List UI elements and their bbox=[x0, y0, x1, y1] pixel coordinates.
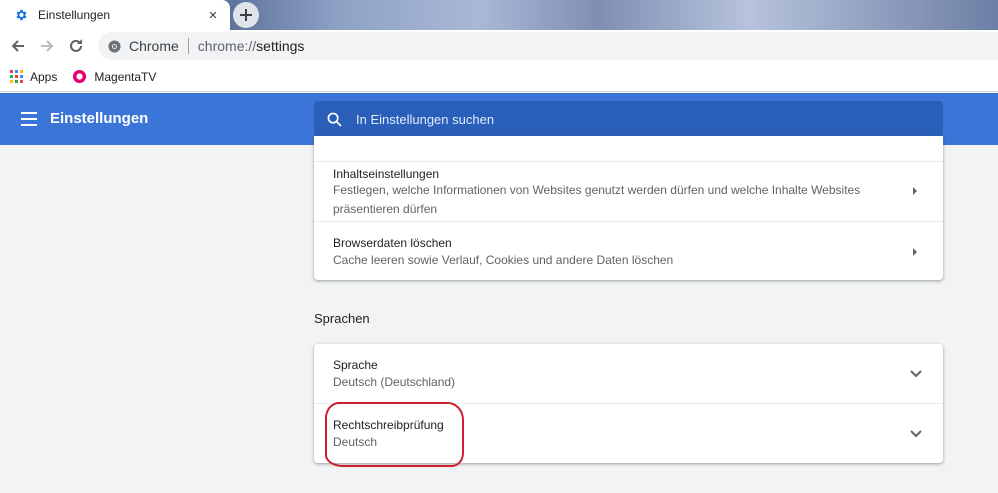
search-icon bbox=[327, 112, 342, 127]
browser-toolbar: Chrome chrome:// settings bbox=[0, 30, 998, 62]
tab-strip: Einstellungen × bbox=[0, 0, 998, 30]
close-icon[interactable]: × bbox=[204, 6, 222, 24]
url-scheme: chrome:// bbox=[197, 38, 257, 54]
bookmark-label: Apps bbox=[30, 69, 58, 84]
url-path: settings bbox=[256, 38, 305, 54]
magenta-tv-icon bbox=[73, 69, 87, 84]
row-subtitle: Cache leeren sowie Verlauf, Cookies und … bbox=[333, 253, 674, 267]
forward-button[interactable] bbox=[37, 36, 57, 56]
bookmark-apps[interactable]: Apps bbox=[10, 70, 57, 84]
page-title: Einstellungen bbox=[50, 110, 149, 127]
chrome-logo-icon bbox=[108, 39, 121, 53]
address-bar[interactable]: Chrome chrome:// settings bbox=[98, 32, 998, 60]
tab-title: Einstellungen bbox=[38, 8, 111, 22]
reload-icon bbox=[70, 39, 82, 52]
tab-settings[interactable]: Einstellungen × bbox=[0, 0, 230, 30]
arrow-right-icon bbox=[41, 40, 54, 52]
apps-grid-icon bbox=[10, 70, 23, 83]
bookmark-label: MagentaTV bbox=[94, 69, 157, 84]
reload-button[interactable] bbox=[66, 36, 86, 56]
gear-icon bbox=[14, 8, 28, 22]
row-title: Browserdaten löschen bbox=[333, 236, 452, 250]
plus-icon bbox=[240, 9, 252, 21]
bookmarks-bar: Apps MagentaTV bbox=[0, 62, 998, 92]
row-title: Inhaltseinstellungen bbox=[333, 167, 440, 181]
search-placeholder: In Einstellungen suchen bbox=[356, 111, 495, 127]
new-tab-button[interactable] bbox=[233, 2, 259, 28]
chevron-down-icon[interactable] bbox=[909, 429, 923, 439]
arrow-right-icon bbox=[913, 248, 917, 256]
language-row[interactable]: Sprache Deutsch (Deutschland) bbox=[314, 344, 943, 403]
section-title: Sprachen bbox=[314, 311, 370, 326]
annotation-highlight bbox=[325, 402, 464, 467]
list-item bbox=[314, 136, 943, 161]
row-subtitle: Festlegen, welche Informationen von Webs… bbox=[333, 183, 861, 216]
menu-icon[interactable] bbox=[21, 112, 37, 126]
bookmark-magentatv[interactable]: MagentaTV bbox=[72, 69, 156, 84]
chevron-down-icon[interactable] bbox=[909, 369, 923, 379]
privacy-card: Inhaltseinstellungen Festlegen, welche I… bbox=[314, 136, 943, 280]
back-button[interactable] bbox=[8, 36, 28, 56]
arrow-right-icon bbox=[913, 187, 917, 195]
arrow-left-icon bbox=[11, 40, 24, 52]
address-separator bbox=[187, 38, 189, 54]
content-settings-row[interactable]: Inhaltseinstellungen Festlegen, welche I… bbox=[314, 161, 943, 221]
search-input[interactable]: In Einstellungen suchen bbox=[314, 101, 943, 137]
site-label: Chrome bbox=[129, 38, 179, 54]
row-title: Sprache bbox=[333, 358, 378, 372]
row-subtitle: Deutsch (Deutschland) bbox=[333, 375, 456, 389]
clear-browsing-data-row[interactable]: Browserdaten löschen Cache leeren sowie … bbox=[314, 221, 943, 280]
